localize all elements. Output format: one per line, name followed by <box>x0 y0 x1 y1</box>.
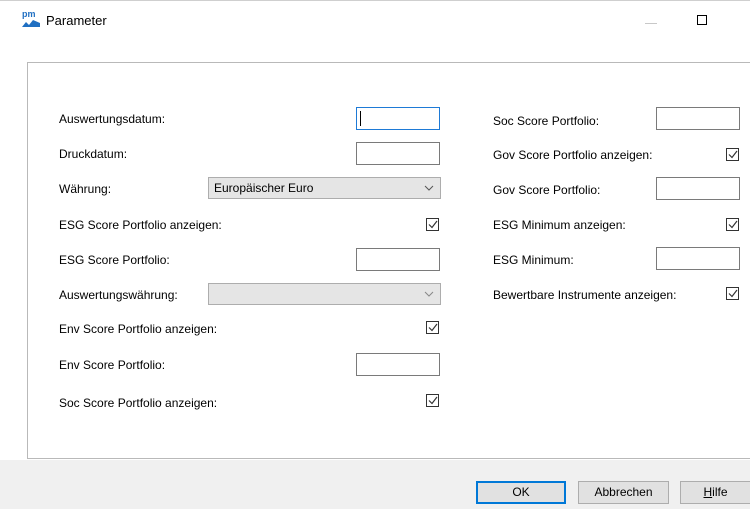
esg-minimum-anzeigen-checkbox[interactable] <box>726 218 739 231</box>
app-logo-icon: pm <box>22 9 40 28</box>
window-title: Parameter <box>46 13 107 28</box>
title-bar[interactable]: pm Parameter <box>0 1 750 41</box>
esg-minimum-anzeigen-label: ESG Minimum anzeigen: <box>493 218 626 232</box>
checkmark-icon <box>428 323 438 332</box>
hilfe-label-rest: ilfe <box>712 485 728 499</box>
hilfe-mnemonic: H <box>703 485 713 499</box>
gov-score-input[interactable] <box>656 177 740 200</box>
waehrung-value: Europäischer Euro <box>214 181 314 195</box>
checkmark-icon <box>728 150 738 159</box>
chevron-down-icon <box>424 291 434 297</box>
auswertungswaehrung-label: Auswertungswährung: <box>59 288 178 302</box>
checkmark-icon <box>428 396 438 405</box>
checkmark-icon <box>728 220 738 229</box>
env-score-input[interactable] <box>356 353 440 376</box>
checkmark-icon <box>428 220 438 229</box>
bewertbare-instrumente-label: Bewertbare Instrumente anzeigen: <box>493 288 677 302</box>
gov-score-anzeigen-label: Gov Score Portfolio anzeigen: <box>493 148 653 162</box>
soc-score-label: Soc Score Portfolio: <box>493 114 600 128</box>
bewertbare-instrumente-checkbox[interactable] <box>726 287 739 300</box>
text-caret <box>360 111 361 126</box>
druckdatum-input[interactable] <box>356 142 440 165</box>
esg-score-input[interactable] <box>356 248 440 271</box>
esg-minimum-input[interactable] <box>656 247 740 270</box>
gov-score-anzeigen-checkbox[interactable] <box>726 148 739 161</box>
env-score-anzeigen-checkbox[interactable] <box>426 321 439 334</box>
chevron-down-icon <box>424 185 434 191</box>
minimize-icon <box>645 23 657 24</box>
env-score-anzeigen-label: Env Score Portfolio anzeigen: <box>59 322 218 336</box>
maximize-button[interactable] <box>688 11 718 33</box>
checkmark-icon <box>728 289 738 298</box>
soc-score-input[interactable] <box>656 107 740 130</box>
ok-button[interactable]: OK <box>476 481 566 504</box>
maximize-icon <box>697 15 707 25</box>
waehrung-label: Währung: <box>59 182 112 196</box>
env-score-label: Env Score Portfolio: <box>59 358 166 372</box>
esg-minimum-label: ESG Minimum: <box>493 253 574 267</box>
auswertungsdatum-input[interactable] <box>356 107 440 130</box>
esg-score-anzeigen-checkbox[interactable] <box>426 218 439 231</box>
auswertungswaehrung-select[interactable] <box>208 283 441 305</box>
esg-score-label: ESG Score Portfolio: <box>59 253 170 267</box>
waehrung-select[interactable]: Europäischer Euro <box>208 177 441 199</box>
minimize-button[interactable] <box>636 13 670 33</box>
druckdatum-label: Druckdatum: <box>59 147 128 161</box>
auswertungsdatum-label: Auswertungsdatum: <box>59 112 166 126</box>
abbrechen-button[interactable]: Abbrechen <box>578 481 669 504</box>
gov-score-label: Gov Score Portfolio: <box>493 183 601 197</box>
esg-score-anzeigen-label: ESG Score Portfolio anzeigen: <box>59 218 222 232</box>
soc-score-anzeigen-label: Soc Score Portfolio anzeigen: <box>59 396 218 410</box>
soc-score-anzeigen-checkbox[interactable] <box>426 394 439 407</box>
hilfe-button[interactable]: Hilfe <box>680 481 750 504</box>
